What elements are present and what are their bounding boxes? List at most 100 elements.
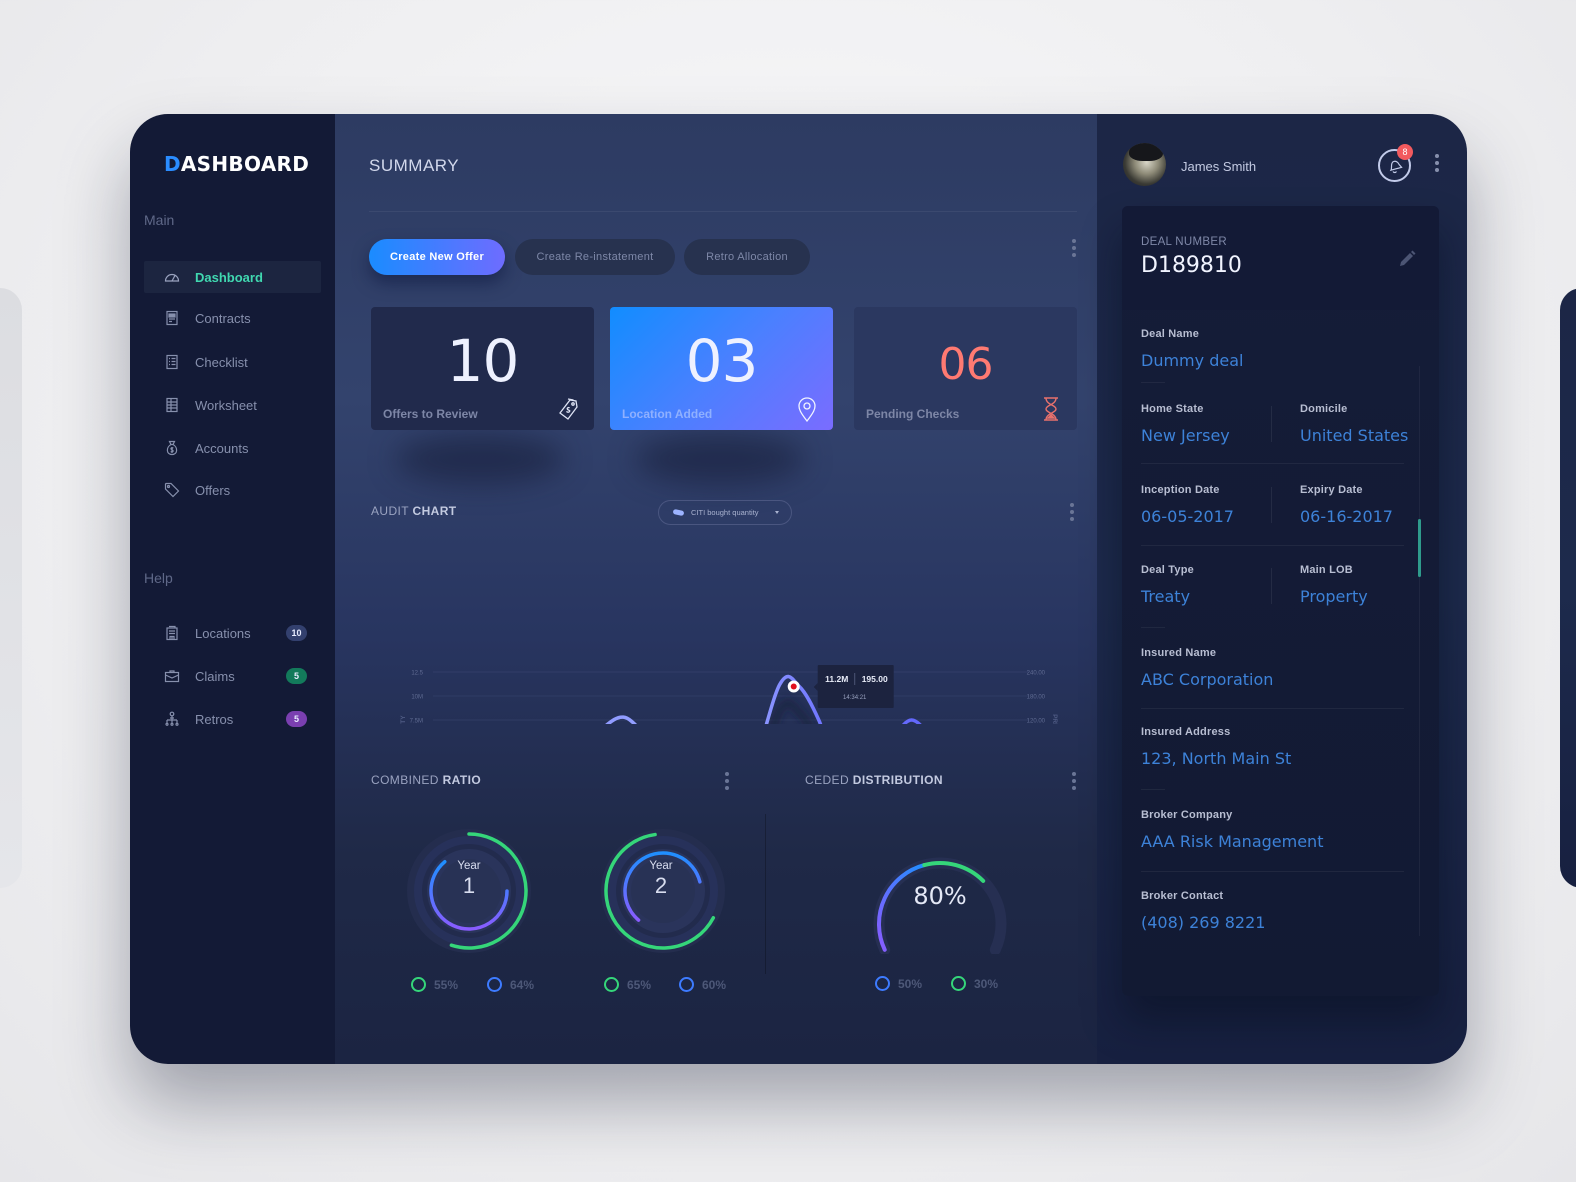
deal-details-panel: James Smith 8 DEAL NUMBER D189810 Deal N… bbox=[1097, 114, 1467, 1064]
data-point[interactable] bbox=[816, 717, 822, 723]
ceded-distribution-title: CEDED DISTRIBUTION bbox=[805, 773, 943, 787]
field-value[interactable]: Dummy deal bbox=[1141, 351, 1243, 370]
field-label: Inception Date bbox=[1141, 484, 1220, 496]
y2-tick-label: 120.00 bbox=[1027, 719, 1046, 725]
title-bold: DISTRIBUTION bbox=[852, 773, 943, 787]
chart-tooltip: 11.2M 195.00 14:34:21 bbox=[813, 665, 894, 708]
sidebar-item-retros[interactable]: Retros 5 bbox=[144, 703, 321, 735]
divider bbox=[1141, 382, 1165, 383]
tooltip-price: 195.00 bbox=[862, 674, 888, 684]
series-select-dropdown[interactable]: CITI bought quantity bbox=[658, 500, 792, 525]
combined-ratio-title: COMBINED RATIO bbox=[371, 773, 481, 787]
field-value[interactable]: United States bbox=[1300, 426, 1408, 445]
legend-circle-icon bbox=[411, 977, 426, 992]
sidebar-item-checklist[interactable]: Checklist bbox=[144, 346, 321, 378]
field-deal-name: Deal Name Dummy deal bbox=[1141, 328, 1243, 370]
checklist-icon bbox=[164, 354, 180, 370]
field-label: Domicile bbox=[1300, 403, 1348, 415]
field-value[interactable]: New Jersey bbox=[1141, 426, 1230, 445]
deal-number-value: D189810 bbox=[1141, 253, 1242, 278]
sidebar-item-label: Locations bbox=[195, 625, 251, 641]
legend-circle-icon bbox=[951, 976, 966, 991]
field-label: Home State bbox=[1141, 403, 1204, 415]
divider bbox=[1271, 568, 1272, 604]
y-tick-label: 12.5 bbox=[411, 671, 423, 677]
stat-card-pending-checks[interactable]: 06 Pending Checks bbox=[854, 307, 1077, 430]
data-point[interactable] bbox=[620, 714, 626, 720]
deal-card: DEAL NUMBER D189810 Deal Name Dummy deal… bbox=[1122, 206, 1439, 996]
field-value[interactable]: 123, North Main St bbox=[1141, 749, 1291, 768]
field-inception-date: Inception Date 06-05-2017 bbox=[1141, 484, 1234, 526]
field-label: Insured Name bbox=[1141, 647, 1217, 659]
audit-more-menu-icon[interactable] bbox=[1069, 503, 1075, 521]
count-badge: 5 bbox=[286, 711, 307, 727]
scrollbar-track[interactable] bbox=[1419, 366, 1420, 936]
legend-value: 64% bbox=[510, 977, 535, 992]
field-value[interactable]: Treaty bbox=[1141, 587, 1194, 606]
stat-card-location-added[interactable]: 03 Location Added bbox=[610, 307, 833, 430]
sidebar-item-dashboard[interactable]: Dashboard bbox=[144, 261, 321, 293]
data-point[interactable] bbox=[777, 681, 783, 687]
app-logo[interactable]: DASHBOARD bbox=[164, 152, 309, 176]
sidebar-item-claims[interactable]: Claims 5 bbox=[144, 660, 321, 692]
sidebar-item-label: Claims bbox=[195, 668, 235, 684]
title-bold: CHART bbox=[412, 504, 457, 518]
logo-text: ASHBOARD bbox=[180, 152, 310, 176]
stat-card-offers-to-review[interactable]: 10 Offers to Review bbox=[371, 307, 594, 430]
field-label: Main LOB bbox=[1300, 564, 1353, 576]
stat-value: 10 bbox=[446, 327, 520, 395]
sidebar-item-worksheet[interactable]: Worksheet bbox=[144, 389, 321, 421]
ring-caption: Year bbox=[457, 860, 481, 872]
briefcase-icon bbox=[164, 668, 180, 684]
sidebar-item-locations[interactable]: Locations 10 bbox=[144, 617, 321, 649]
ring-year-2-label: Year 2 bbox=[611, 860, 711, 899]
deal-number-header: DEAL NUMBER D189810 bbox=[1122, 206, 1439, 310]
legend-circle-icon bbox=[604, 977, 619, 992]
summary-more-menu-icon[interactable] bbox=[1071, 239, 1077, 257]
sidebar-item-offers[interactable]: Offers bbox=[144, 474, 321, 506]
speedometer-icon bbox=[164, 269, 180, 285]
field-broker-contact: Broker Contact (408) 269 8221 bbox=[1141, 890, 1265, 932]
profile-more-menu-icon[interactable] bbox=[1434, 154, 1440, 172]
field-value[interactable]: (408) 269 8221 bbox=[1141, 913, 1265, 932]
series-line-citi-bought-quantity bbox=[605, 674, 922, 724]
create-new-offer-button[interactable]: Create New Offer bbox=[369, 239, 505, 275]
ceded-more-menu-icon[interactable] bbox=[1071, 772, 1077, 790]
stat-label: Offers to Review bbox=[383, 407, 478, 421]
audit-line-chart[interactable]: 0-60.002.5M0.005M60.007.5M120.0010M180.0… bbox=[335, 544, 1097, 724]
divider bbox=[1141, 463, 1404, 464]
retro-allocation-button[interactable]: Retro Allocation bbox=[684, 239, 810, 275]
field-value[interactable]: 06-16-2017 bbox=[1300, 507, 1393, 526]
pencil-icon[interactable] bbox=[1397, 249, 1417, 269]
legend-item: 64% bbox=[487, 977, 534, 992]
location-pin-icon bbox=[798, 397, 816, 422]
title-light: CEDED bbox=[805, 773, 853, 787]
page-title: SUMMARY bbox=[369, 156, 460, 175]
scrollbar-thumb[interactable] bbox=[1418, 519, 1421, 577]
worksheet-icon bbox=[164, 397, 180, 413]
avatar[interactable] bbox=[1123, 143, 1166, 186]
sidebar-item-accounts[interactable]: Accounts bbox=[144, 432, 321, 464]
line-shadow bbox=[771, 699, 812, 724]
create-reinstatement-button[interactable]: Create Re-instatement bbox=[515, 239, 675, 275]
user-name[interactable]: James Smith bbox=[1181, 159, 1256, 174]
series-swatch-icon bbox=[672, 508, 685, 517]
divider bbox=[1271, 406, 1272, 442]
field-value[interactable]: ABC Corporation bbox=[1141, 670, 1273, 689]
field-value[interactable]: AAA Risk Management bbox=[1141, 832, 1323, 851]
stat-value: 03 bbox=[685, 327, 759, 395]
contract-document-icon bbox=[164, 310, 180, 326]
field-insured-address: Insured Address 123, North Main St bbox=[1141, 726, 1291, 768]
field-label: Broker Contact bbox=[1141, 890, 1224, 902]
field-label: Insured Address bbox=[1141, 726, 1231, 738]
data-point[interactable] bbox=[909, 717, 915, 723]
ring-number: 2 bbox=[654, 873, 668, 898]
y2-axis-label: PRICE bbox=[1051, 714, 1058, 724]
field-value[interactable]: 06-05-2017 bbox=[1141, 507, 1234, 526]
field-value[interactable]: Property bbox=[1300, 587, 1368, 606]
hourglass-icon bbox=[1044, 397, 1058, 421]
price-tag-icon bbox=[164, 482, 180, 498]
combined-ratio-more-menu-icon[interactable] bbox=[724, 772, 730, 790]
sidebar-item-contracts[interactable]: Contracts bbox=[144, 302, 321, 334]
legend-value: 60% bbox=[702, 977, 727, 992]
